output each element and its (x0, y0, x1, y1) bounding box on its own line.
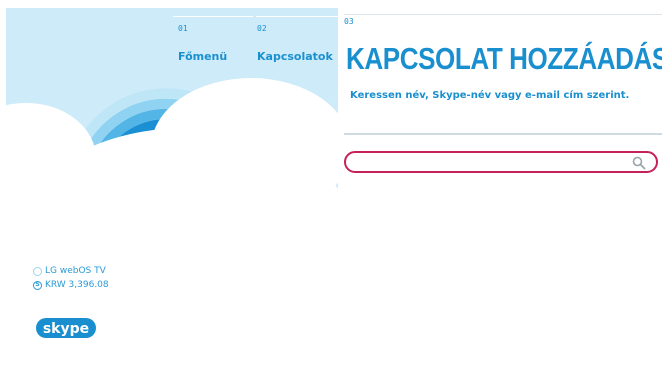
section-divider (344, 133, 662, 135)
search-input[interactable] (356, 155, 630, 171)
step-number-add-contact: 03 (344, 17, 354, 26)
skype-credit-icon: S (33, 280, 42, 290)
step-divider (173, 16, 253, 17)
step-number-contacts: 02 (257, 24, 267, 33)
top-divider (344, 14, 662, 15)
skype-logo: skype (36, 318, 96, 338)
svg-text:skype: skype (43, 321, 89, 337)
step-number-main-menu: 01 (178, 24, 188, 33)
step-contacts[interactable]: Kapcsolatok (257, 50, 333, 63)
left-panel: 01 Főmenü 02 Kapcsolatok LG webOS TV S K… (6, 8, 338, 372)
account-credit: KRW 3,396.08 (45, 280, 109, 290)
search-icon[interactable] (632, 156, 646, 170)
step-navigation: 01 Főmenü 02 Kapcsolatok (6, 16, 338, 76)
add-contact-panel: 03 KAPCSOLAT HOZZÁADÁSA Keressen név, Sk… (338, 8, 662, 372)
page-subtitle: Keressen név, Skype-név vagy e-mail cím … (350, 90, 630, 101)
account-credit-row: S KRW 3,396.08 (33, 278, 109, 292)
step-main-menu[interactable]: Főmenü (178, 50, 227, 63)
search-box[interactable] (344, 151, 658, 173)
account-info: LG webOS TV S KRW 3,396.08 (33, 264, 109, 292)
step-divider (256, 16, 338, 17)
account-name-row: LG webOS TV (33, 264, 109, 278)
account-name: LG webOS TV (45, 266, 106, 276)
status-ring-icon (33, 266, 42, 276)
page-title: KAPCSOLAT HOZZÁADÁSA (346, 41, 662, 76)
